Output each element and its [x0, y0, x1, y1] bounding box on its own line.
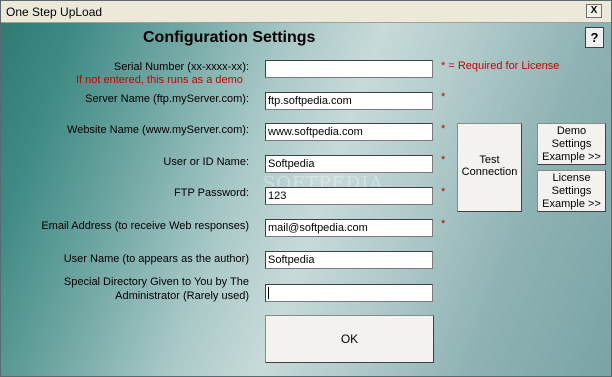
special-directory-field[interactable] [265, 284, 433, 302]
license-settings-label-line1: License [552, 172, 591, 184]
demo-settings-label-line1: Demo [556, 125, 587, 137]
server-name-field[interactable]: ftp.softpedia.com [265, 92, 433, 110]
special-directory-label-line1: Special Directory Given to You by The [63, 276, 249, 288]
user-id-field[interactable]: Softpedia [265, 155, 433, 173]
email-field[interactable]: mail@softpedia.com [265, 219, 433, 237]
ok-button[interactable]: OK [265, 315, 434, 363]
author-name-field[interactable]: Softpedia [265, 251, 433, 269]
license-settings-button[interactable]: License Settings Example >> [537, 170, 606, 212]
demo-settings-label-line3: Example >> [542, 151, 601, 163]
required-asterisk: * [441, 186, 446, 198]
demo-settings-label-line2: Settings [551, 138, 592, 150]
required-note: * = Required for License [441, 60, 560, 72]
app-window: One Step UpLoad X SOFTPEDIA Configuratio… [0, 0, 612, 377]
test-connection-button[interactable]: Test Connection [457, 123, 522, 212]
text-cursor [268, 287, 269, 300]
demo-warning: If not entered, this runs as a demo [76, 74, 243, 86]
serial-number-label: Serial Number (xx-xxxx-xx): [113, 61, 249, 73]
user-id-label: User or ID Name: [163, 156, 249, 168]
title-bar: One Step UpLoad X [1, 1, 611, 23]
close-button[interactable]: X [586, 4, 602, 18]
author-name-label: User Name (to appears as the author) [63, 253, 249, 265]
test-connection-label-line2: Connection [461, 166, 518, 178]
ftp-password-field[interactable]: 123 [265, 187, 433, 205]
special-directory-label-line2: Administrator (Rarely used) [115, 290, 249, 302]
server-name-label: Server Name (ftp.myServer.com): [85, 93, 249, 105]
window-title: One Step UpLoad [6, 5, 103, 19]
website-name-field[interactable]: www.softpedia.com [265, 123, 433, 141]
ftp-password-label: FTP Password: [174, 187, 249, 199]
email-label: Email Address (to receive Web responses) [41, 220, 249, 232]
config-panel: SOFTPEDIA Configuration Settings ? Seria… [1, 23, 611, 376]
help-button[interactable]: ? [585, 27, 604, 48]
test-connection-label-line1: Test [479, 154, 500, 166]
required-asterisk: * [441, 123, 446, 135]
required-asterisk: * [441, 218, 446, 230]
page-title: Configuration Settings [143, 29, 316, 46]
license-settings-label-line3: Example >> [542, 198, 601, 210]
required-asterisk: * [441, 154, 446, 166]
website-name-label: Website Name (www.myServer.com): [67, 124, 249, 136]
license-settings-label-line2: Settings [551, 185, 592, 197]
serial-number-field[interactable] [265, 60, 433, 78]
demo-settings-button[interactable]: Demo Settings Example >> [537, 123, 606, 165]
required-asterisk: * [441, 91, 446, 103]
